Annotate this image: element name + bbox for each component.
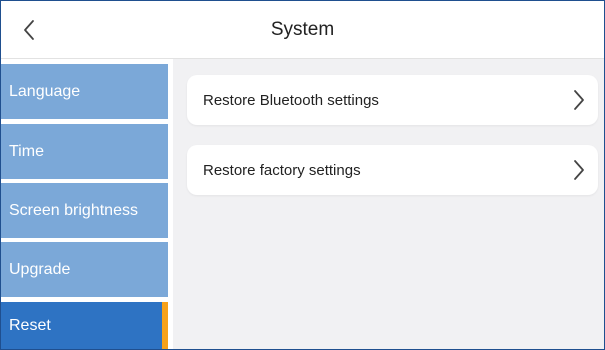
sidebar-item-language[interactable]: Language [1, 64, 168, 119]
chevron-right-icon [574, 160, 584, 180]
option-label: Restore factory settings [203, 161, 361, 179]
active-indicator [162, 302, 168, 349]
sidebar-item-label: Reset [9, 316, 51, 334]
restore-bluetooth-settings-option[interactable]: Restore Bluetooth settings [187, 75, 598, 125]
sidebar-item-label: Time [9, 142, 44, 160]
header-bar: System [1, 1, 604, 59]
sidebar-item-label: Language [9, 82, 81, 100]
page-title: System [270, 19, 335, 40]
sidebar-item-upgrade[interactable]: Upgrade [1, 242, 168, 297]
option-label: Restore Bluetooth settings [203, 91, 379, 109]
window: System Language Time Screen brightness U… [0, 0, 605, 350]
sidebar-item-time[interactable]: Time [1, 124, 168, 179]
sidebar-item-label: Upgrade [9, 260, 71, 278]
sidebar-item-label: Screen brightness [9, 201, 138, 219]
restore-factory-settings-option[interactable]: Restore factory settings [187, 145, 598, 195]
sidebar: Language Time Screen brightness Upgrade … [1, 59, 173, 349]
chevron-right-icon [574, 90, 584, 110]
sidebar-item-reset[interactable]: Reset [1, 302, 168, 349]
sidebar-item-screen-brightness[interactable]: Screen brightness [1, 183, 168, 238]
